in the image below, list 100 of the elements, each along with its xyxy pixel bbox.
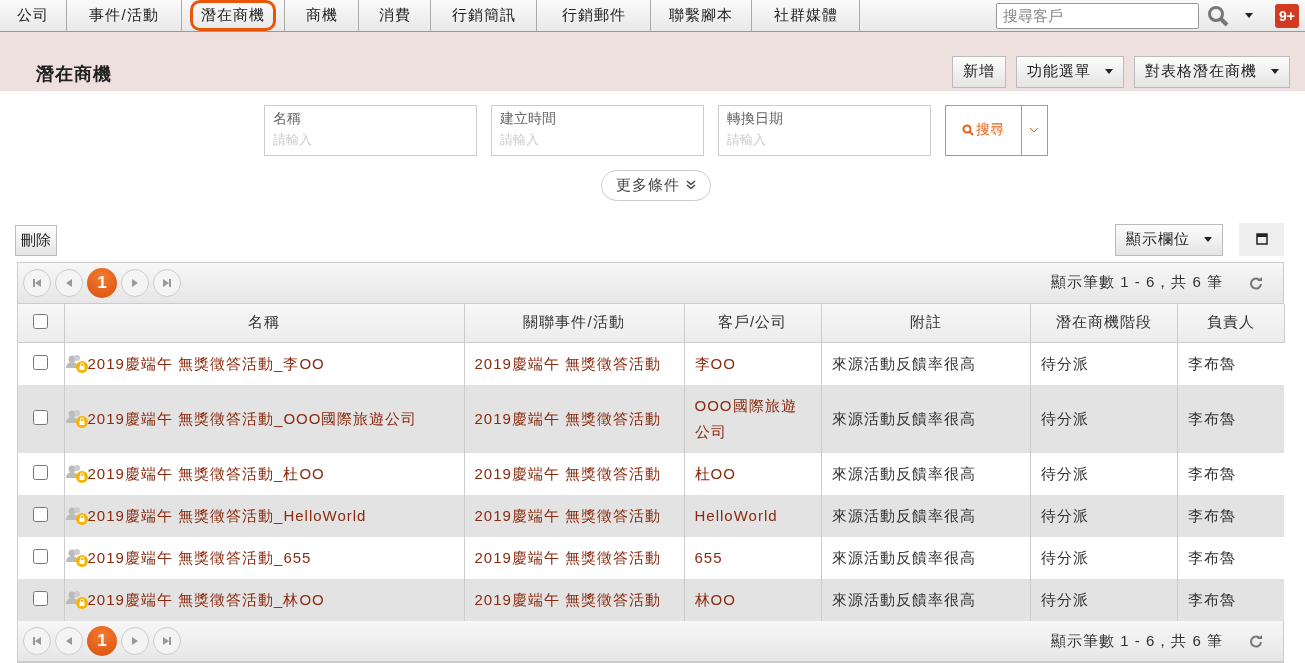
first-page-button[interactable] bbox=[23, 268, 51, 297]
nav-tab[interactable]: 行銷簡訊 bbox=[431, 0, 537, 31]
delete-button[interactable]: 刪除 bbox=[15, 224, 57, 256]
menu-button[interactable]: 對表格潛在商機 bbox=[1134, 55, 1290, 88]
nav-tab[interactable]: 公司 bbox=[0, 0, 67, 31]
table-cell-text: 李布魯 bbox=[1187, 409, 1237, 429]
chevron-down-icon bbox=[1029, 127, 1039, 133]
row-checkbox[interactable] bbox=[33, 354, 49, 370]
table-link[interactable]: 林OO bbox=[694, 587, 811, 613]
table-cell-text: 待分派 bbox=[1040, 590, 1090, 610]
row-checkbox[interactable] bbox=[33, 464, 49, 480]
table-link[interactable]: 2019慶端午 無獎徵答活動 bbox=[474, 545, 674, 571]
row-checkbox[interactable] bbox=[33, 506, 49, 522]
table-cell-text: 李布魯 bbox=[1187, 354, 1237, 374]
table-cell-text: 來源活動反饋率很高 bbox=[831, 354, 977, 374]
lead-name-link[interactable]: 2019慶端午 無獎徵答活動_林OO bbox=[87, 587, 325, 613]
table-cell-text: 來源活動反饋率很高 bbox=[831, 590, 977, 610]
nav-tab[interactable]: 商機 bbox=[285, 0, 359, 31]
next-page-button[interactable] bbox=[121, 627, 149, 655]
previous-page-button[interactable] bbox=[55, 268, 83, 297]
last-page-button[interactable] bbox=[153, 268, 181, 297]
column-header[interactable]: 負責人 bbox=[1177, 303, 1284, 343]
table-link[interactable]: HelloWorld bbox=[694, 503, 811, 529]
lead-name-link[interactable]: 2019慶端午 無獎徵答活動_OOO國際旅遊公司 bbox=[87, 406, 418, 432]
table-cell-text: 來源活動反饋率很高 bbox=[831, 548, 977, 568]
lead-name-link[interactable]: 2019慶端午 無獎徵答活動_HelloWorld bbox=[87, 503, 367, 529]
user-lock-icon bbox=[64, 354, 88, 374]
double-chevron-icon bbox=[685, 180, 696, 190]
refresh-icon[interactable] bbox=[1249, 275, 1263, 290]
record-count-text: 顯示筆數 1 - 6，共 6 筆 bbox=[1051, 273, 1223, 292]
customer-search-field[interactable]: 搜尋客戶 bbox=[996, 2, 1200, 29]
table-row[interactable]: 2019慶端午 無獎徵答活動_655 2019慶端午 無獎徵答活動 655 來源活動反饋率很高 待分派 李布魯 bbox=[18, 537, 1284, 579]
nav-tab[interactable]: 事件/活動 bbox=[67, 0, 182, 31]
arrow-icon bbox=[32, 636, 42, 646]
lead-name-link[interactable]: 2019慶端午 無獎徵答活動_李OO bbox=[87, 351, 325, 377]
table-cell-text: 李布魯 bbox=[1187, 548, 1237, 568]
field-label: 名稱 bbox=[272, 109, 302, 128]
table-link[interactable]: 2019慶端午 無獎徵答活動 bbox=[474, 587, 674, 613]
table-cell-text: 待分派 bbox=[1040, 506, 1090, 526]
notification-badge[interactable]: 9+ bbox=[1275, 3, 1299, 28]
more-conditions-button[interactable]: 更多條件 bbox=[600, 169, 711, 201]
menu-button[interactable]: 功能選單 bbox=[1016, 55, 1124, 88]
row-checkbox[interactable] bbox=[33, 590, 49, 606]
table-row[interactable]: 2019慶端午 無獎徵答活動_李OO 2019慶端午 無獎徵答活動 李OO 來源活動反饋率很高 待分派 李布魯 bbox=[18, 342, 1284, 385]
user-lock-icon bbox=[64, 409, 88, 429]
previous-page-button[interactable] bbox=[55, 627, 83, 655]
table-cell-text: 待分派 bbox=[1040, 464, 1090, 484]
arrow-icon bbox=[162, 636, 172, 646]
user-lock-icon bbox=[64, 464, 88, 484]
table-row[interactable]: 2019慶端午 無獎徵答活動_OOO國際旅遊公司 2019慶端午 無獎徵答活動 OOO國際旅遊公司 來源活動反饋率很高 待分派 李布魯 bbox=[18, 385, 1284, 453]
user-lock-icon bbox=[64, 506, 88, 526]
column-header[interactable]: 潛在商機階段 bbox=[1030, 303, 1177, 343]
arrow-icon bbox=[130, 636, 140, 646]
search-icon[interactable] bbox=[1207, 4, 1230, 27]
add-button[interactable]: 新增 bbox=[952, 55, 1006, 88]
table-cell-text: 李布魯 bbox=[1187, 590, 1237, 610]
table-link[interactable]: 655 bbox=[694, 545, 811, 571]
table-link[interactable]: 2019慶端午 無獎徵答活動 bbox=[474, 351, 674, 377]
column-header[interactable]: 客戶/公司 bbox=[684, 303, 821, 343]
field-label: 轉換日期 bbox=[726, 109, 784, 128]
column-header[interactable]: 名稱 bbox=[64, 303, 464, 343]
last-page-button[interactable] bbox=[153, 627, 181, 655]
caret-icon bbox=[1271, 69, 1279, 74]
table-link[interactable]: 杜OO bbox=[694, 461, 811, 487]
page-title: 潛在商機 bbox=[36, 63, 112, 86]
first-page-button[interactable] bbox=[23, 627, 51, 655]
nav-tab[interactable]: 消費 bbox=[359, 0, 431, 31]
table-cell-text: 來源活動反饋率很高 bbox=[831, 409, 977, 429]
lead-name-link[interactable]: 2019慶端午 無獎徵答活動_杜OO bbox=[87, 461, 325, 487]
nav-tab[interactable]: 行銷郵件 bbox=[537, 0, 651, 31]
table-row[interactable]: 2019慶端午 無獎徵答活動_HelloWorld 2019慶端午 無獎徵答活動 HelloWorld 來源活動反饋率很高 待分派 李布魯 bbox=[18, 495, 1284, 537]
table-link[interactable]: 2019慶端午 無獎徵答活動 bbox=[474, 406, 674, 432]
refresh-icon[interactable] bbox=[1249, 634, 1263, 648]
table-link[interactable]: 李OO bbox=[694, 351, 811, 377]
window-icon bbox=[1255, 233, 1268, 245]
table-link[interactable]: 2019慶端午 無獎徵答活動 bbox=[474, 461, 674, 487]
table-row[interactable]: 2019慶端午 無獎徵答活動_杜OO 2019慶端午 無獎徵答活動 杜OO 來源活動反饋率很高 待分派 李布魯 bbox=[18, 453, 1284, 495]
field-label: 建立時間 bbox=[499, 109, 557, 128]
select-all-checkbox[interactable] bbox=[33, 313, 49, 329]
columns-menu-button[interactable]: 顯示欄位 bbox=[1115, 223, 1223, 256]
column-header[interactable]: 關聯事件/活動 bbox=[464, 303, 684, 343]
user-lock-icon bbox=[64, 590, 88, 610]
nav-tab[interactable]: 社群媒體 bbox=[752, 0, 860, 31]
table-cell-text: 待分派 bbox=[1040, 354, 1090, 374]
caret-icon bbox=[1105, 69, 1113, 74]
table-row[interactable]: 2019慶端午 無獎徵答活動_林OO 2019慶端午 無獎徵答活動 林OO 來源活動反饋率很高 待分派 李布魯 bbox=[18, 579, 1284, 621]
column-header[interactable]: 附註 bbox=[821, 303, 1030, 343]
nav-tab[interactable]: 聯繫腳本 bbox=[651, 0, 752, 31]
maximize-button[interactable] bbox=[1239, 222, 1284, 256]
lead-name-link[interactable]: 2019慶端午 無獎徵答活動_655 bbox=[87, 545, 312, 571]
table-cell-text: 李布魯 bbox=[1187, 464, 1237, 484]
row-checkbox[interactable] bbox=[33, 409, 49, 425]
table-link[interactable]: 2019慶端午 無獎徵答活動 bbox=[474, 503, 674, 529]
table-link[interactable]: OOO國際旅遊公司 bbox=[694, 393, 811, 445]
caret-icon[interactable] bbox=[1245, 13, 1254, 18]
table-cell-text: 待分派 bbox=[1040, 548, 1090, 568]
arrow-icon bbox=[32, 277, 42, 288]
table-cell-text: 李布魯 bbox=[1187, 506, 1237, 526]
next-page-button[interactable] bbox=[121, 268, 149, 297]
row-checkbox[interactable] bbox=[33, 548, 49, 564]
